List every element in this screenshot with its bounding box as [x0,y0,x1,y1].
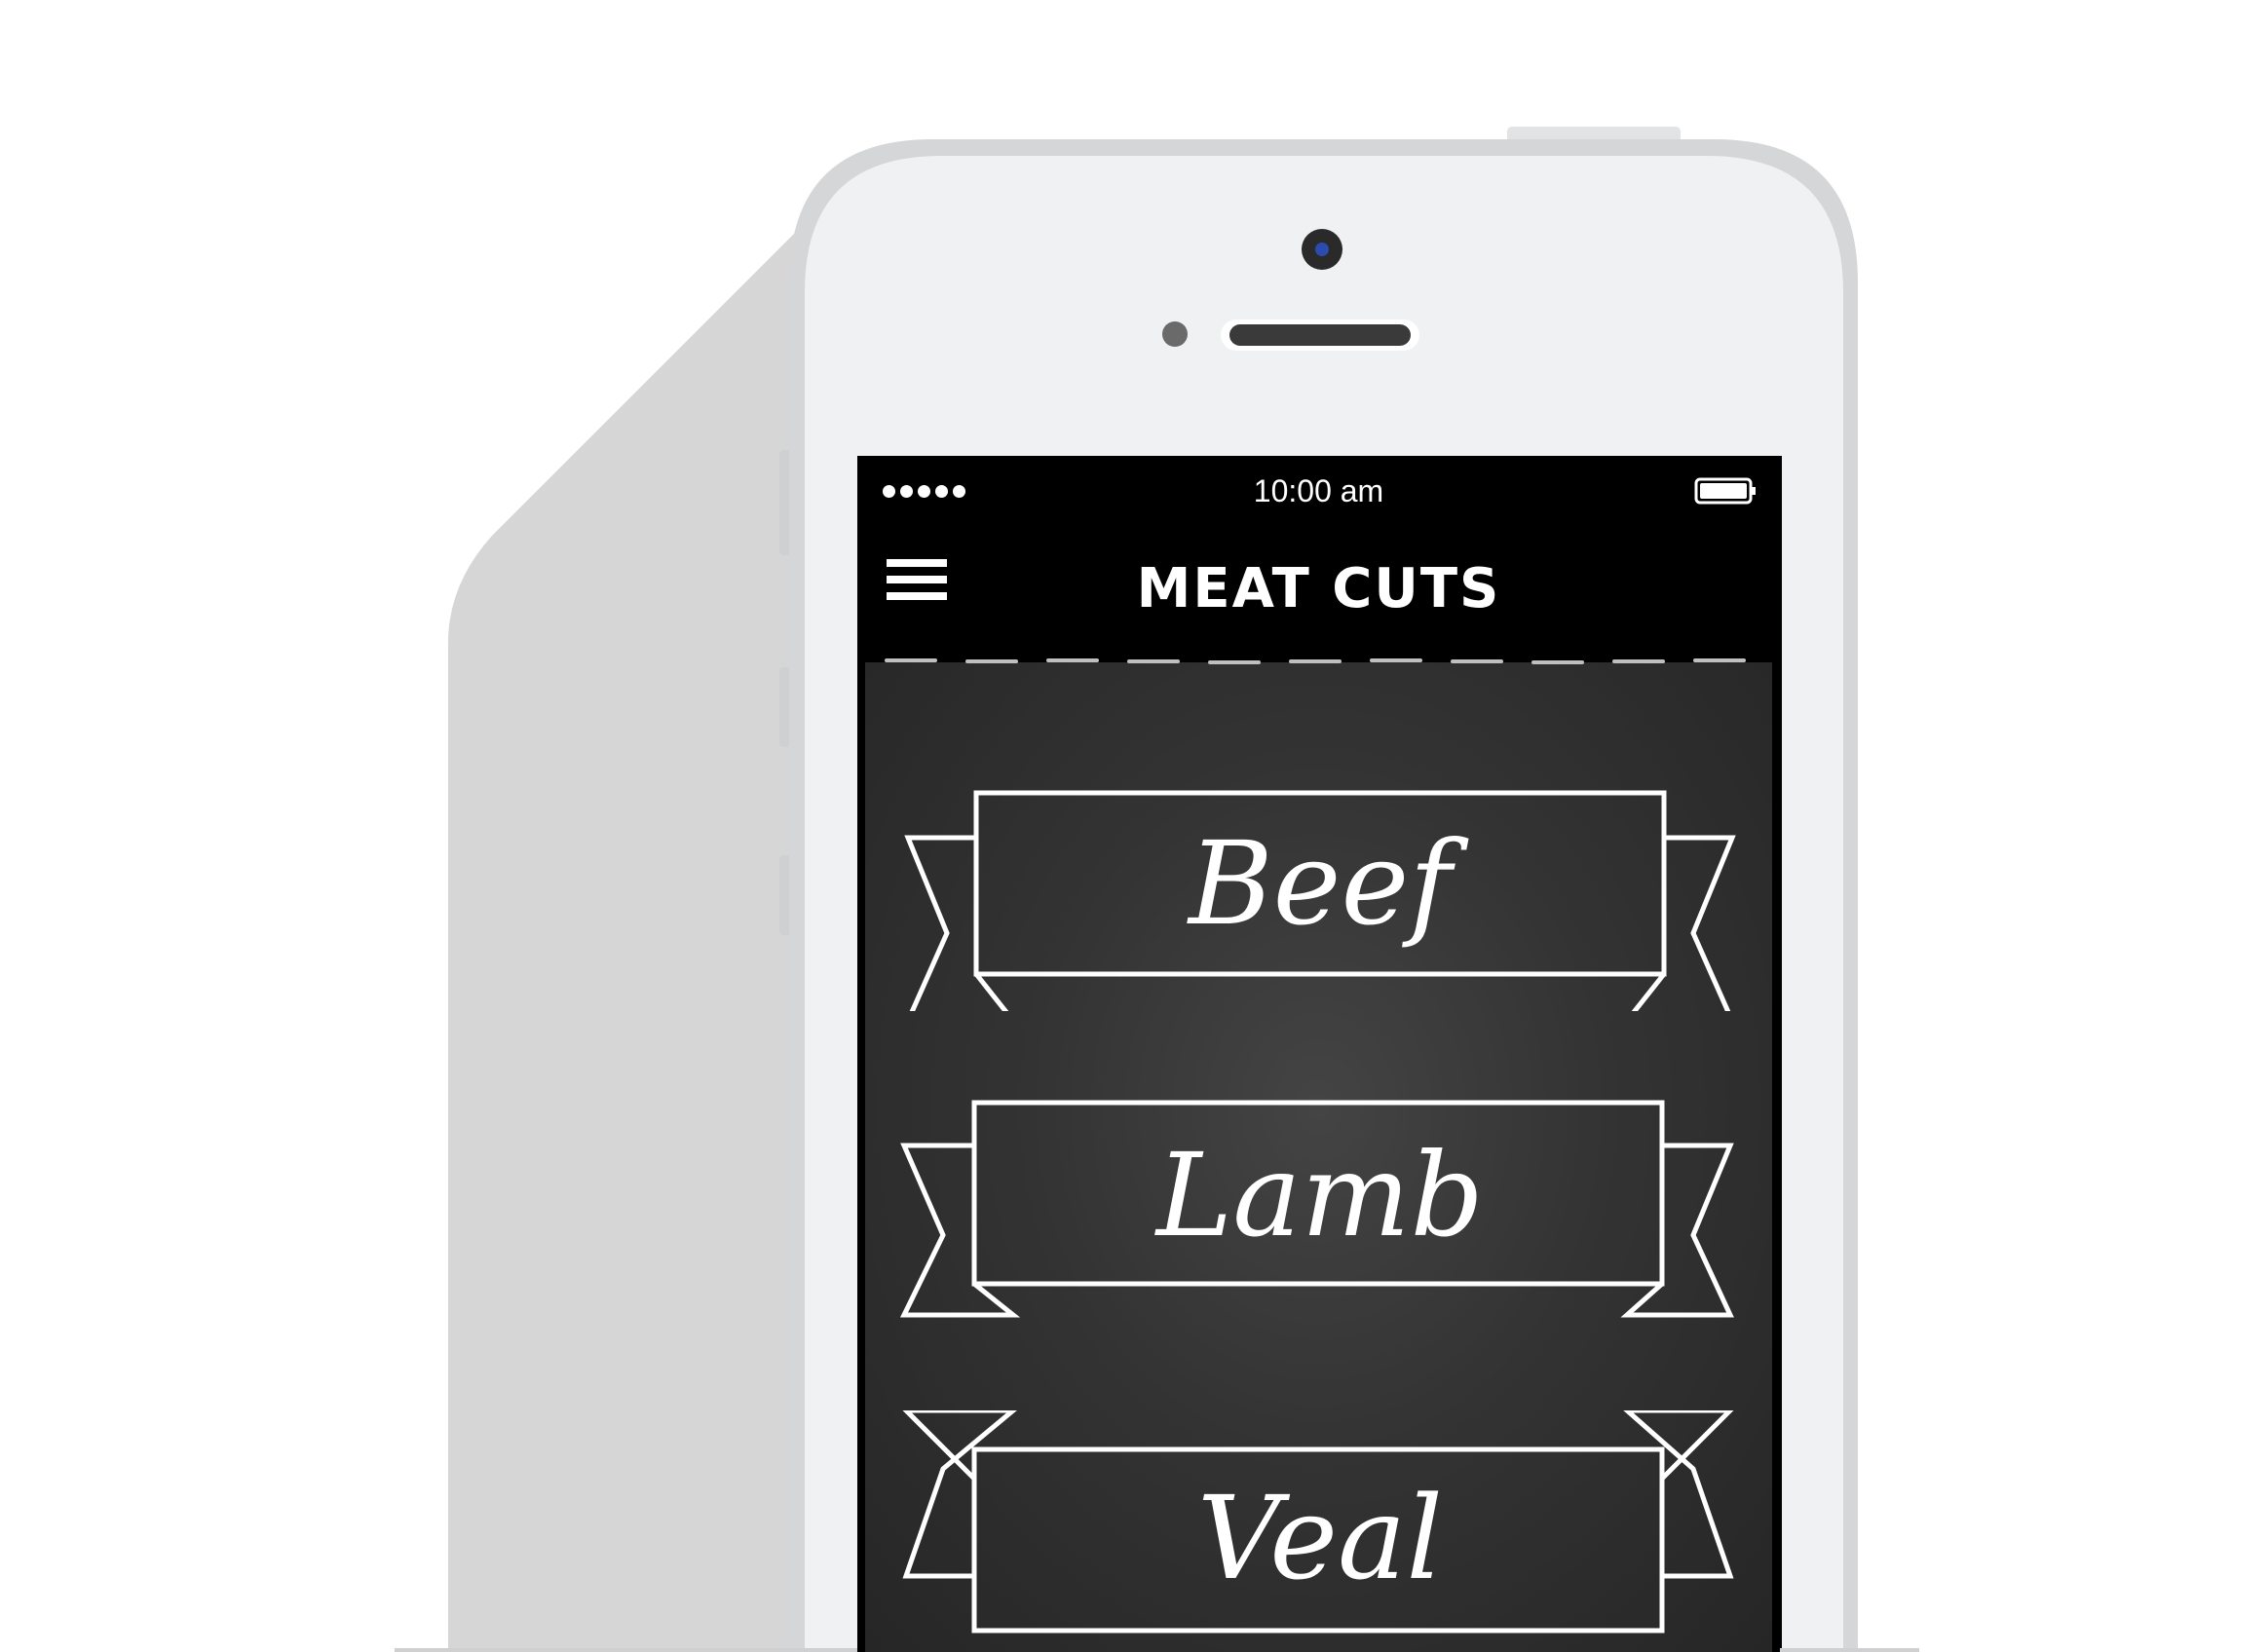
page-title: MEAT CUTS [1136,557,1501,620]
banner-beef[interactable]: Beef [896,787,1744,1011]
battery-icon [1694,477,1756,505]
banner-label-lamb: Lamb [1155,1128,1485,1262]
status-time: 10:00 am [1253,473,1384,508]
phone-screen: 10:00 am MEAT CUTS Beef Lamb Veal [857,456,1780,1652]
proximity-sensor [1162,321,1188,347]
chalk-dashed-divider [885,658,1746,664]
banner-lamb[interactable]: Lamb [896,1099,1744,1318]
device-mockup: 10:00 am MEAT CUTS Beef Lamb Veal [0,0,2268,1652]
banner-veal[interactable]: Veal [896,1410,1744,1633]
navigation-bar: MEAT CUTS [857,524,1780,651]
banner-label-veal: Veal [1196,1471,1444,1605]
status-bar: 10:00 am [857,456,1780,524]
banner-label-beef: Beef [1188,816,1453,951]
